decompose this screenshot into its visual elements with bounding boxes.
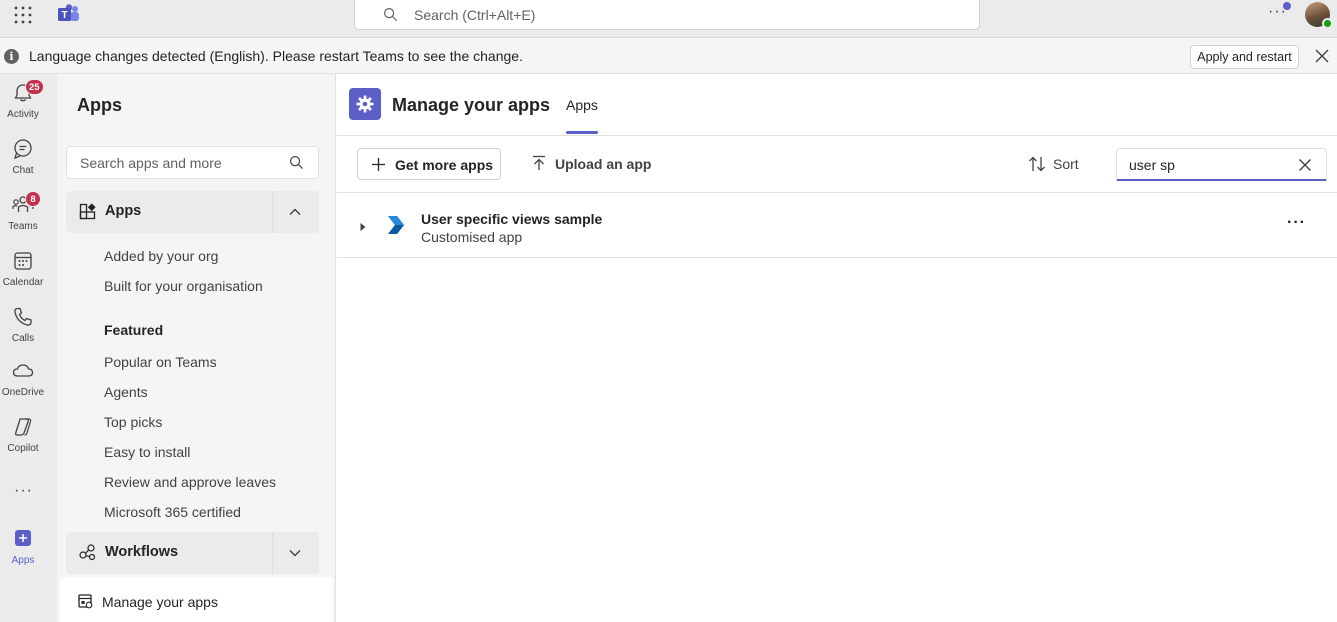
expand-caret-icon[interactable] (359, 222, 367, 232)
title-bar: T Search (Ctrl+Alt+E) ··· (0, 0, 1337, 38)
banner-message: Language changes detected (English). Ple… (29, 48, 523, 64)
rail-label-calls: Calls (11, 333, 35, 344)
app-rail: 25 Activity Chat 8 Teams Calendar Calls … (0, 74, 57, 622)
nav-item-easy-to-install[interactable]: Easy to install (104, 444, 190, 460)
nav-item-agents[interactable]: Agents (104, 384, 148, 400)
presence-available-icon (1322, 18, 1333, 29)
apps-section-label: Apps (105, 203, 142, 219)
filter-apps-input[interactable]: user sp (1116, 148, 1327, 181)
rail-item-copilot[interactable]: Copilot (0, 408, 46, 460)
activity-badge: 25 (25, 79, 44, 95)
rail-label-copilot: Copilot (7, 443, 39, 454)
chevron-up-icon[interactable] (288, 205, 302, 219)
manage-your-apps-label: Manage your apps (102, 594, 218, 610)
get-more-apps-label: Get more apps (395, 157, 494, 173)
teams-badge: 8 (25, 191, 41, 207)
upload-arrow-icon (531, 155, 547, 171)
manage-apps-icon (78, 594, 93, 609)
upload-an-app-button[interactable]: Upload an app (529, 148, 657, 180)
sort-arrows-icon (1028, 155, 1046, 173)
chevron-down-icon[interactable] (288, 546, 302, 560)
notification-dot (1283, 2, 1291, 10)
upload-an-app-label: Upload an app (555, 156, 652, 172)
avatar[interactable] (1305, 2, 1333, 29)
calendar-icon (12, 250, 34, 272)
teams-logo-icon: T (58, 4, 80, 24)
rail-label-activity: Activity (7, 109, 39, 120)
apps-left-panel: Apps Search apps and more Apps Added by … (57, 74, 336, 622)
global-search-bar[interactable]: Search (Ctrl+Alt+E) (354, 0, 980, 30)
filter-value: user sp (1129, 157, 1175, 173)
apps-section-header[interactable]: Apps (66, 191, 319, 233)
manage-your-apps-nav[interactable]: Manage your apps (60, 577, 333, 622)
workflows-section-header[interactable]: Workflows (66, 532, 319, 574)
sort-button[interactable]: Sort (1027, 148, 1089, 180)
rail-item-calendar[interactable]: Calendar (0, 242, 46, 294)
workflows-section-label: Workflows (105, 544, 179, 560)
nav-item-added-by-your-org[interactable]: Added by your org (104, 248, 218, 264)
main-content: Manage your apps Apps Get more apps Uplo… (337, 74, 1337, 622)
more-apps-icon[interactable]: ··· (14, 482, 33, 500)
rail-item-onedrive[interactable]: OneDrive (0, 352, 46, 404)
search-apps-placeholder: Search apps and more (80, 155, 222, 171)
rail-item-apps[interactable]: Apps (0, 520, 46, 572)
more-options-icon[interactable]: ··· (1287, 214, 1306, 232)
section-divider (272, 532, 273, 574)
search-apps-input[interactable]: Search apps and more (66, 146, 319, 179)
close-icon[interactable] (1315, 49, 1329, 63)
language-change-banner: i Language changes detected (English). P… (0, 39, 1337, 74)
app-logo-icon (385, 214, 407, 236)
rail-item-calls[interactable]: Calls (0, 298, 46, 350)
sort-label: Sort (1053, 156, 1079, 172)
rail-label-chat: Chat (12, 165, 34, 176)
page-title: Manage your apps (392, 95, 551, 115)
rail-item-activity[interactable]: 25 Activity (0, 74, 46, 126)
section-divider (272, 191, 273, 233)
apply-and-restart-button[interactable]: Apply and restart (1190, 45, 1299, 69)
settings-gear-icon (349, 88, 381, 120)
featured-heading[interactable]: Featured (104, 322, 163, 338)
get-more-apps-button[interactable]: Get more apps (357, 148, 501, 180)
nav-item-microsoft-365-certified[interactable]: Microsoft 365 certified (104, 504, 241, 520)
rail-item-teams[interactable]: 8 Teams (0, 186, 46, 238)
tab-apps[interactable]: Apps (566, 97, 598, 113)
apps-grid-icon (79, 203, 96, 220)
svg-text:T: T (61, 10, 67, 21)
toolbar: Get more apps Upload an app Sort user sp (337, 136, 1337, 193)
rail-label-teams: Teams (8, 221, 38, 232)
table-row[interactable]: User specific views sample Customised ap… (337, 194, 1337, 258)
workflows-icon (79, 544, 96, 561)
plus-icon (12, 528, 34, 550)
clear-search-icon[interactable] (1298, 158, 1312, 172)
page-header: Manage your apps Apps (337, 74, 1337, 136)
search-icon (383, 7, 398, 22)
nav-item-built-for-your-organisation[interactable]: Built for your organisation (104, 278, 263, 294)
panel-title: Apps (77, 95, 122, 115)
phone-icon (12, 306, 34, 328)
rail-label-calendar: Calendar (2, 277, 44, 288)
cloud-icon (12, 360, 34, 382)
app-type: Customised app (421, 229, 523, 245)
rail-label-apps: Apps (11, 555, 35, 566)
nav-item-popular-on-teams[interactable]: Popular on Teams (104, 354, 217, 370)
copilot-icon (12, 416, 34, 438)
plus-icon (371, 157, 386, 172)
global-search-placeholder: Search (Ctrl+Alt+E) (414, 7, 536, 23)
rail-label-onedrive: OneDrive (1, 387, 45, 398)
rail-item-chat[interactable]: Chat (0, 130, 46, 182)
nav-item-review-and-approve-leaves[interactable]: Review and approve leaves (104, 474, 276, 490)
waffle-icon[interactable] (13, 5, 33, 25)
app-name: User specific views sample (421, 211, 603, 227)
chat-icon (12, 138, 34, 160)
info-icon: i (4, 49, 19, 64)
nav-item-top-picks[interactable]: Top picks (104, 414, 162, 430)
search-icon (289, 155, 304, 170)
active-tab-indicator (566, 131, 598, 134)
